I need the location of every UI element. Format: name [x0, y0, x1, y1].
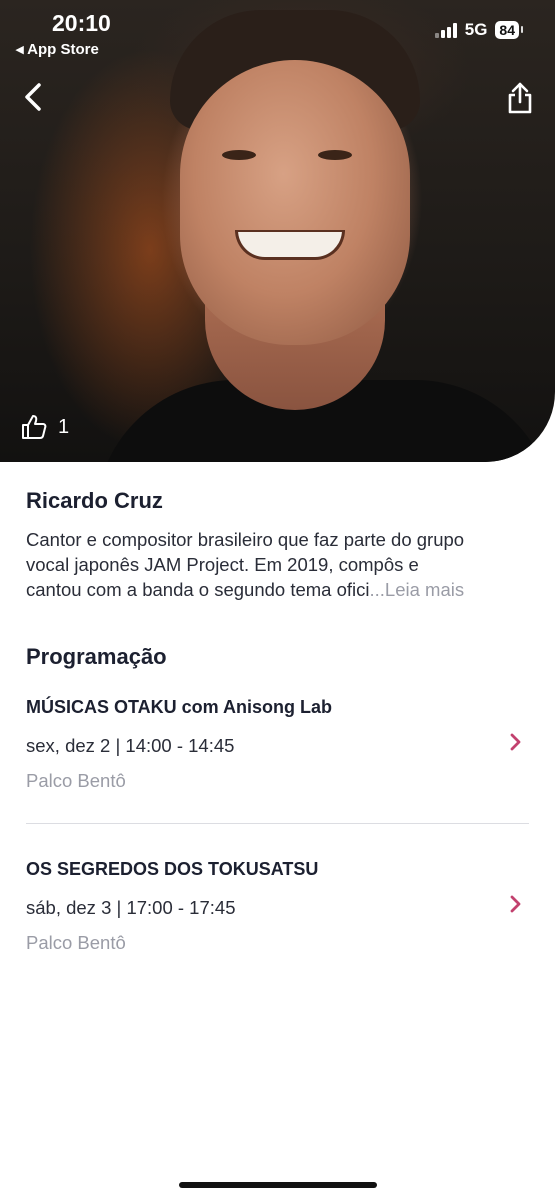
home-indicator[interactable]: [179, 1182, 377, 1188]
signal-icon: [434, 22, 457, 38]
thumbs-up-icon: [22, 415, 47, 439]
like-count: 1: [58, 415, 70, 438]
divider: [26, 823, 529, 824]
read-more-link[interactable]: ...Leia mais: [370, 579, 465, 600]
share-button[interactable]: [503, 78, 537, 116]
status-indicators: 5G 84: [434, 20, 523, 40]
photo-smile: [235, 230, 345, 260]
battery-icon: 84: [495, 21, 523, 39]
back-button[interactable]: [16, 80, 50, 114]
chevron-right-icon: [510, 733, 521, 751]
photo-eye-right: [318, 150, 352, 160]
schedule-section-title: Programação: [26, 644, 167, 669]
artist-name: Ricardo Cruz: [26, 488, 163, 513]
artist-photo: [0, 0, 555, 462]
bio-line: Cantor e compositor brasileiro que faz p…: [26, 529, 465, 550]
event-time: sex, dez 2 | 14:00 - 14:45: [26, 735, 235, 756]
event-time: sáb, dez 3 | 17:00 - 17:45: [26, 897, 236, 918]
event-title: OS SEGREDOS DOS TOKUSATSU: [26, 859, 319, 879]
share-icon: [508, 82, 532, 114]
photo-eye-left: [222, 150, 256, 160]
event-venue: Palco Bentô: [26, 932, 126, 953]
back-arrow-icon: [25, 83, 41, 111]
schedule-item[interactable]: MÚSICAS OTAKU com Anisong Lab sex, dez 2…: [26, 697, 529, 817]
schedule-item[interactable]: OS SEGREDOS DOS TOKUSATSU sáb, dez 3 | 1…: [26, 859, 529, 979]
bio-line: vocal japonês JAM Project. Em 2019, comp…: [26, 554, 419, 575]
like-button[interactable]: 1: [20, 413, 69, 441]
event-venue: Palco Bentô: [26, 770, 126, 791]
event-title: MÚSICAS OTAKU com Anisong Lab: [26, 697, 332, 717]
bio-line: cantou com a banda o segundo tema ofici.…: [26, 577, 531, 602]
photo-face: [180, 60, 410, 345]
status-time: 20:10: [52, 10, 111, 36]
back-to-app-store-link[interactable]: ◂ App Store: [16, 40, 99, 58]
network-type: 5G: [464, 20, 488, 39]
bio-line-text: cantou com a banda o segundo tema ofici: [26, 579, 370, 600]
chevron-right-icon: [510, 895, 521, 913]
artist-bio: Cantor e compositor brasileiro que faz p…: [26, 527, 531, 602]
